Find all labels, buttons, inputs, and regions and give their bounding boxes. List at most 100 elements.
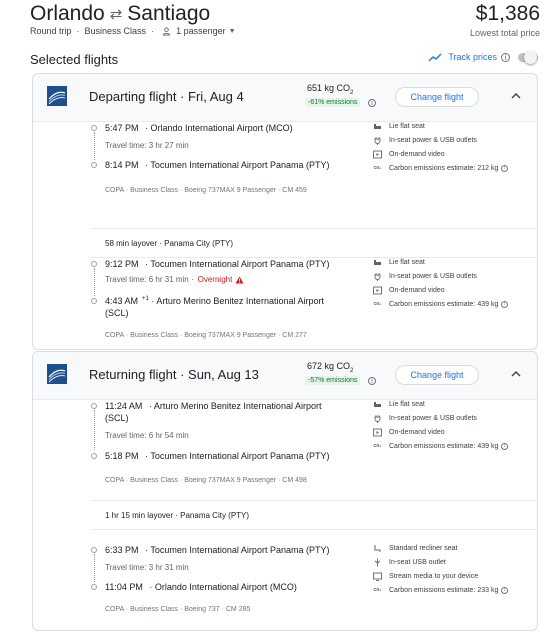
stream-media-icon [373,572,382,581]
change-flight-button[interactable]: Change flight [395,365,479,385]
flight-details: COPA · Business Class · Boeing 737MAX 9 … [105,477,307,484]
power-plug-icon [373,136,382,145]
passenger-selector[interactable]: 1 passenger ▼ [159,26,236,36]
selected-flights-heading: Selected flights [30,52,119,67]
arrival-stop: 11:04 PM · Orlando International Airport… [105,582,297,592]
returning-header[interactable]: Returning flight · Sun, Aug 13 672 kg CO… [33,352,537,400]
info-icon[interactable]: i [501,442,509,450]
leg-date: Fri, Aug 4 [188,89,244,104]
amenities-list: Lie flat seat In-seat power & USB outlet… [373,255,509,311]
arrival-stop: 5:18 PM · Tocumen International Airport … [105,451,330,461]
usb-icon [373,558,382,567]
info-icon[interactable]: i [501,300,509,308]
returning-title: Returning flight · Sun, Aug 13 [89,367,259,382]
track-prices-toggle[interactable] [518,50,538,64]
arrival-dot [91,298,97,304]
route-title: Orlando ⇄ Santiago [30,2,210,26]
info-icon[interactable]: i [368,99,376,107]
info-icon[interactable]: i [368,377,376,385]
chevron-up-icon[interactable] [510,368,522,380]
recliner-seat-icon [373,544,382,553]
departure-airport: Tocumen International Airport Panama (PT… [150,259,330,269]
travel-time: Travel time: 3 hr 31 min [105,563,189,572]
arrival-dot [91,162,97,168]
co2-icon: co₂ [373,587,382,593]
arrival-time: 8:14 PM [105,160,139,170]
departure-dot [91,125,97,131]
layover-info: 58 min layover · Panama City (PTY) [91,228,537,258]
flight-segment: 9:12 PM · Tocumen International Airport … [33,255,537,349]
amenity-seat: Standard recliner seat [373,541,508,555]
amenities-list: Lie flat seat In-seat power & USB outlet… [373,119,509,175]
trip-options: Round trip · Business Class · 1 passenge… [30,26,236,36]
leg-date: Sun, Aug 13 [188,367,259,382]
person-icon [162,26,171,36]
co2-icon: co₂ [373,301,382,307]
departing-flight-card: Departing flight · Fri, Aug 4 651 kg CO2… [32,73,538,350]
amenity-power: In-seat power & USB outlets [373,411,508,425]
info-icon[interactable]: i [501,52,510,62]
emissions-badge: -57% emissions [305,376,361,385]
flight-segment: 6:33 PM · Tocumen International Airport … [33,541,537,630]
amenity-video: On-demand video [373,425,508,439]
amenities-list: Lie flat seat In-seat power & USB outlet… [373,397,509,453]
departure-dot [91,261,97,267]
copa-logo [47,86,67,106]
travel-time: Travel time: 3 hr 27 min [105,141,189,150]
amenity-video: On-demand video [373,147,508,161]
arrival-airport: Tocumen International Airport Panama (PT… [150,160,330,170]
track-prices-label: Track prices [448,52,497,62]
co2-value: 651 kg CO [307,83,351,93]
price-label: Lowest total price [469,28,540,38]
arrival-stop: 8:14 PM · Tocumen International Airport … [105,160,330,170]
arrival-airport: Tocumen International Airport Panama (PT… [150,451,330,461]
info-icon[interactable]: i [501,586,509,594]
flight-details: COPA · Business Class · Boeing 737MAX 9 … [105,187,307,194]
flight-details: COPA · Business Class · Boeing 737MAX 9 … [105,332,307,339]
arrival-time: 5:18 PM [105,451,139,461]
overnight-label: Overnight [197,275,233,284]
co2-icon: co₂ [373,165,382,171]
timeline-line [93,268,95,296]
departure-stop: 6:33 PM · Tocumen International Airport … [105,545,330,555]
chevron-up-icon[interactable] [510,90,522,102]
amenity-seat: Lie flat seat [373,119,508,133]
departure-time: 6:33 PM [105,545,139,555]
departure-time: 9:12 PM [105,259,139,269]
returning-flight-card: Returning flight · Sun, Aug 13 672 kg CO… [32,351,538,631]
caret-down-icon: ▼ [228,27,236,35]
leg-type: Returning flight [89,367,177,382]
info-icon[interactable]: i [501,164,509,172]
co2-total: 672 kg CO2 [307,361,354,374]
arrival-time: 11:04 PM [105,582,143,592]
amenity-power: In-seat power & USB outlets [373,269,508,283]
track-prices[interactable]: Track prices i [428,50,538,64]
amenities-list: Standard recliner seat In-seat USB outle… [373,541,509,597]
amenity-video: On-demand video [373,283,508,297]
departure-stop: 9:12 PM · Tocumen International Airport … [105,259,330,269]
amenity-seat: Lie flat seat [373,397,508,411]
seat-icon [373,122,382,131]
arrival-dot [91,584,97,590]
cabin-class: Business Class [84,26,147,36]
departing-header[interactable]: Departing flight · Fri, Aug 4 651 kg CO2… [33,74,537,122]
amenity-emissions: co₂ Carbon emissions estimate: 439 kg i [373,297,509,311]
change-flight-button[interactable]: Change flight [395,87,479,107]
seat-icon [373,400,382,409]
departure-time: 5:47 PM [105,123,139,133]
departure-airport: Orlando International Airport (MCO) [150,123,293,133]
flight-segment: 5:47 PM · Orlando International Airport … [33,119,537,228]
departure-airport: Tocumen International Airport Panama (PT… [150,545,330,555]
seat-icon [373,258,382,267]
video-icon [373,428,382,437]
arrival-time: 4:43 AM [105,296,139,306]
origin-city: Orlando [30,2,105,25]
toggle-knob [524,50,537,64]
layover-info: 1 hr 15 min layover · Panama City (PTY) [91,500,537,530]
video-icon [373,286,382,295]
timeline-line [93,554,95,582]
travel-time: Travel time: 6 hr 31 min · Overnight [105,275,244,284]
destination-city: Santiago [127,2,211,25]
amenity-seat: Lie flat seat [373,255,508,269]
power-plug-icon [373,414,382,423]
